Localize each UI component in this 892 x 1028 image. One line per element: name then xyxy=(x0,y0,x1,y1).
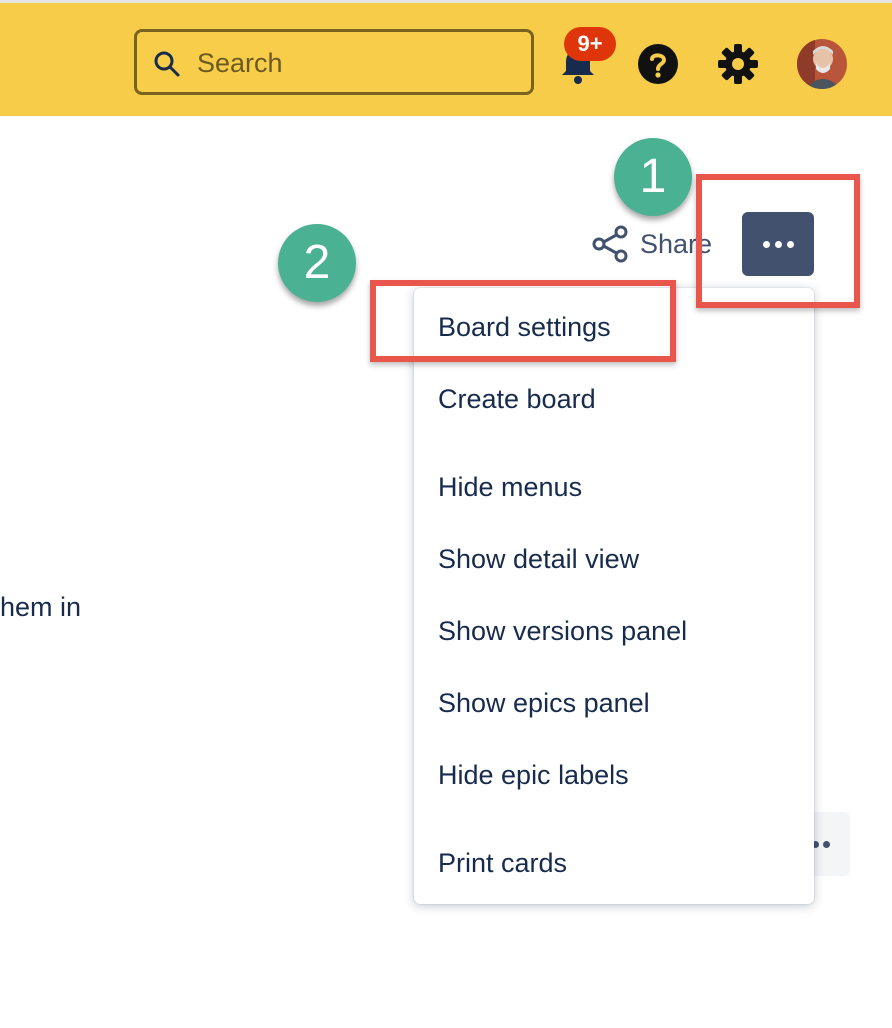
menu-item-hide-menus[interactable]: Hide menus xyxy=(438,472,582,503)
top-navigation-bar: 9+ xyxy=(0,0,892,116)
avatar-photo xyxy=(797,39,847,89)
search-box[interactable] xyxy=(134,29,534,95)
user-avatar[interactable] xyxy=(797,39,847,89)
share-button[interactable]: Share xyxy=(590,222,712,266)
help-icon[interactable] xyxy=(637,43,679,85)
search-input[interactable] xyxy=(197,45,517,81)
menu-item-show-epics-panel[interactable]: Show epics panel xyxy=(438,688,650,719)
menu-item-show-detail-view[interactable]: Show detail view xyxy=(438,544,639,575)
menu-item-show-versions-panel[interactable]: Show versions panel xyxy=(438,616,687,647)
menu-item-hide-epic-labels[interactable]: Hide epic labels xyxy=(438,760,629,791)
board-actions-menu: Board settings Create board Hide menus S… xyxy=(414,288,814,904)
dot xyxy=(823,841,830,848)
menu-item-print-cards[interactable]: Print cards xyxy=(438,848,567,879)
step-marker-1: 1 xyxy=(614,138,692,216)
highlight-box-board-settings xyxy=(370,280,676,362)
search-icon xyxy=(154,51,180,77)
settings-gear-icon[interactable] xyxy=(716,42,760,86)
background-text-fragment: hem in xyxy=(0,592,82,622)
share-icon xyxy=(592,225,628,263)
menu-item-create-board[interactable]: Create board xyxy=(438,384,596,415)
step-marker-2: 2 xyxy=(278,224,356,302)
highlight-box-more-actions xyxy=(696,174,860,308)
notifications-badge: 9+ xyxy=(564,27,616,61)
